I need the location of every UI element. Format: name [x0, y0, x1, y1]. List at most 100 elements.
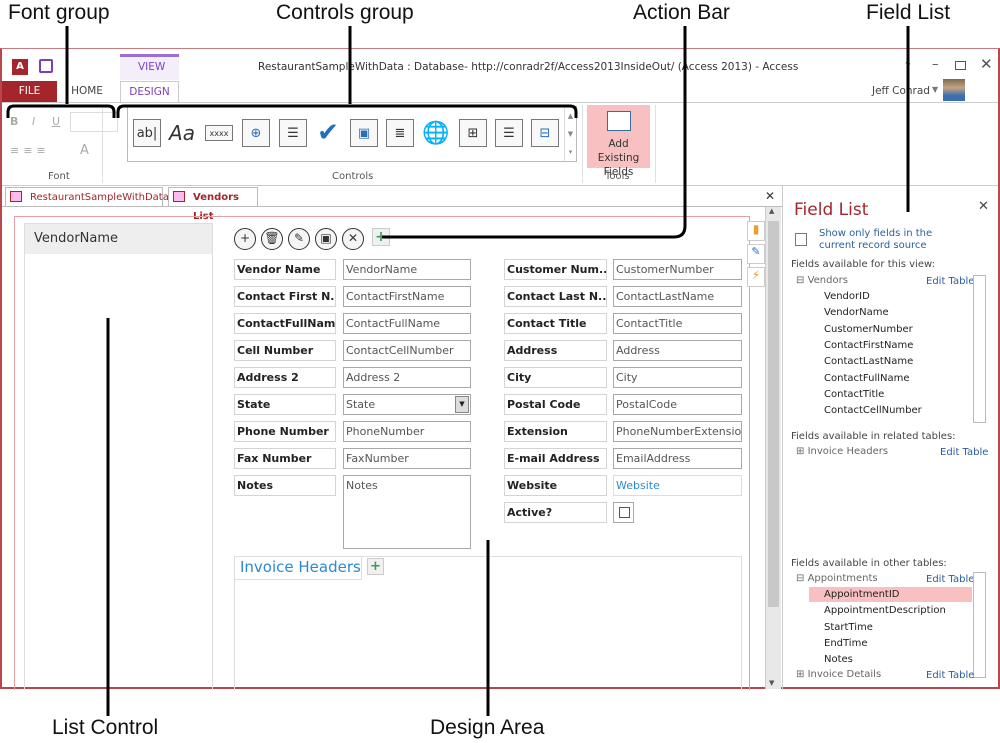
listbox-control-icon[interactable]: ☰ — [495, 119, 523, 147]
field-item[interactable]: AppointmentDescription — [824, 605, 946, 616]
field-input[interactable]: ContactLastName — [613, 286, 742, 307]
edit-table-invoice-details[interactable]: Edit Table — [926, 670, 974, 681]
field-label: Vendor Name — [234, 259, 336, 280]
field-label: Contact Title — [504, 313, 607, 334]
tab-design[interactable]: DESIGN — [120, 81, 179, 102]
web-browser-control-icon[interactable]: ⊕ — [242, 119, 270, 147]
field-input[interactable]: PhoneNumberExtension — [613, 421, 742, 442]
edit-table-appointments[interactable]: Edit Table — [926, 574, 974, 585]
callout-action-bar: Action Bar — [633, 1, 730, 24]
field-item[interactable]: ContactTitle — [824, 389, 884, 400]
data-icon[interactable]: ▮ — [747, 221, 765, 241]
field-input[interactable]: ContactFullName — [343, 313, 471, 334]
formatting-icon[interactable]: ✎ — [747, 244, 765, 264]
field-input[interactable]: ContactTitle — [613, 313, 742, 334]
field-input[interactable]: Address 2 — [343, 367, 471, 388]
field-input[interactable]: VendorName — [343, 259, 471, 280]
close-field-list-button[interactable]: ✕ — [978, 199, 989, 214]
field-list-icon — [607, 111, 631, 131]
action-cancel-icon[interactable]: ✕ — [342, 228, 364, 250]
checkbox-control-icon[interactable]: ✔ — [314, 118, 342, 148]
field-input[interactable]: FaxNumber — [343, 448, 471, 469]
field-input[interactable]: Address — [613, 340, 742, 361]
group-label-font: Font — [48, 171, 70, 182]
field-item[interactable]: EndTime — [824, 638, 867, 649]
doc-tab-database[interactable]: RestaurantSampleWithData — [5, 187, 169, 206]
actions-icon[interactable]: ⚡ — [747, 267, 765, 287]
related-items-control-icon[interactable]: ⊞ — [459, 119, 487, 147]
avatar[interactable] — [943, 79, 965, 101]
field-label: Fax Number — [234, 448, 336, 469]
user-dropdown-icon[interactable]: ▼ — [932, 85, 938, 94]
align-buttons[interactable]: ≡≡≡ — [10, 144, 50, 157]
field-item[interactable]: CustomerNumber — [824, 324, 913, 335]
view-icon — [173, 191, 185, 202]
action-edit-icon[interactable]: ✎ — [288, 228, 310, 250]
underline-button[interactable]: U — [52, 115, 60, 128]
action-delete-icon[interactable]: 🗑 — [261, 228, 283, 250]
field-item[interactable]: VendorID — [824, 291, 870, 302]
bold-button[interactable]: B — [10, 115, 18, 128]
dropdown-arrow-icon[interactable]: ▼ — [455, 396, 469, 413]
italic-button[interactable]: I — [32, 115, 35, 128]
close-view-button[interactable]: ✕ — [765, 189, 775, 203]
field-input[interactable]: Notes — [343, 475, 471, 549]
invoice-headers-node[interactable]: ⊞ Invoice Headers — [796, 446, 888, 457]
multiline-textbox-control-icon[interactable]: ≣ — [386, 119, 414, 147]
field-item[interactable]: AppointmentID — [824, 589, 900, 600]
edit-table-invoice-headers[interactable]: Edit Table — [940, 447, 988, 458]
list-control[interactable] — [24, 223, 213, 690]
field-label: Contact Last N... — [504, 286, 607, 307]
tab-home[interactable]: HOME — [62, 81, 112, 102]
field-label: Website — [504, 475, 607, 496]
show-only-fields-link[interactable]: Show only fields in the current record s… — [819, 228, 969, 252]
appointments-scrollbar[interactable] — [973, 572, 986, 678]
add-custom-action-icon[interactable]: + — [372, 228, 390, 246]
tab-file[interactable]: FILE — [2, 81, 57, 102]
vendors-table-node[interactable]: ⊟ Vendors — [796, 275, 848, 286]
field-item[interactable]: StartTime — [824, 622, 873, 633]
edit-table-vendors[interactable]: Edit Table — [926, 276, 974, 287]
action-save-icon[interactable]: ▣ — [315, 228, 337, 250]
field-item[interactable]: ContactLastName — [824, 356, 913, 367]
field-item[interactable]: ContactCellNumber — [824, 405, 922, 416]
font-color-button[interactable]: A — [80, 143, 89, 158]
list-control-header[interactable]: VendorName — [25, 224, 212, 254]
field-input[interactable]: City — [613, 367, 742, 388]
close-window-button[interactable]: ✕ — [980, 55, 993, 73]
field-input[interactable]: CustomerNumber — [613, 259, 742, 280]
field-label: Extension — [504, 421, 607, 442]
button-control[interactable]: xxxx — [205, 125, 233, 141]
field-item[interactable]: ContactFirstName — [824, 340, 913, 351]
field-input[interactable]: EmailAddress — [613, 448, 742, 469]
vendors-scrollbar[interactable] — [973, 275, 986, 423]
user-name[interactable]: Jeff Conrad — [872, 85, 930, 97]
field-input[interactable]: PhoneNumber — [343, 421, 471, 442]
field-input[interactable]: PostalCode — [613, 394, 742, 415]
save-icon[interactable] — [39, 59, 53, 73]
hyperlink-control-icon[interactable]: 🌐 — [422, 119, 450, 147]
minimize-button[interactable]: – — [932, 57, 939, 72]
field-input[interactable]: ContactFirstName — [343, 286, 471, 307]
appointments-table-node[interactable]: ⊟ Appointments — [796, 573, 878, 584]
maximize-button[interactable] — [955, 61, 966, 70]
subview-control-icon[interactable]: ⊟ — [531, 119, 559, 147]
action-add-icon[interactable]: + — [234, 228, 256, 250]
field-item[interactable]: VendorName — [824, 307, 889, 318]
field-item[interactable]: Notes — [824, 654, 853, 665]
state-combo-box[interactable]: State — [343, 394, 471, 415]
field-item[interactable]: ContactFullName — [824, 373, 910, 384]
website-hyperlink[interactable]: Website — [613, 475, 742, 496]
design-scrollbar[interactable]: ▲ ▼ — [765, 207, 781, 689]
font-size-select[interactable] — [70, 112, 118, 132]
active-checkbox[interactable] — [613, 502, 634, 523]
gallery-scroll[interactable]: ▲ ▼ ▾ — [564, 107, 576, 161]
combo-box-control-icon[interactable]: ☰ — [279, 119, 307, 147]
field-input[interactable]: ContactCellNumber — [343, 340, 471, 361]
subview-add-icon[interactable]: + — [367, 558, 384, 575]
invoice-details-node[interactable]: ⊞ Invoice Details — [796, 669, 881, 680]
label-control[interactable]: Aa — [168, 119, 196, 147]
image-control-icon[interactable]: ▣ — [350, 119, 378, 147]
textbox-control[interactable]: ab| — [133, 119, 161, 147]
help-button[interactable]: ? — [905, 61, 911, 73]
